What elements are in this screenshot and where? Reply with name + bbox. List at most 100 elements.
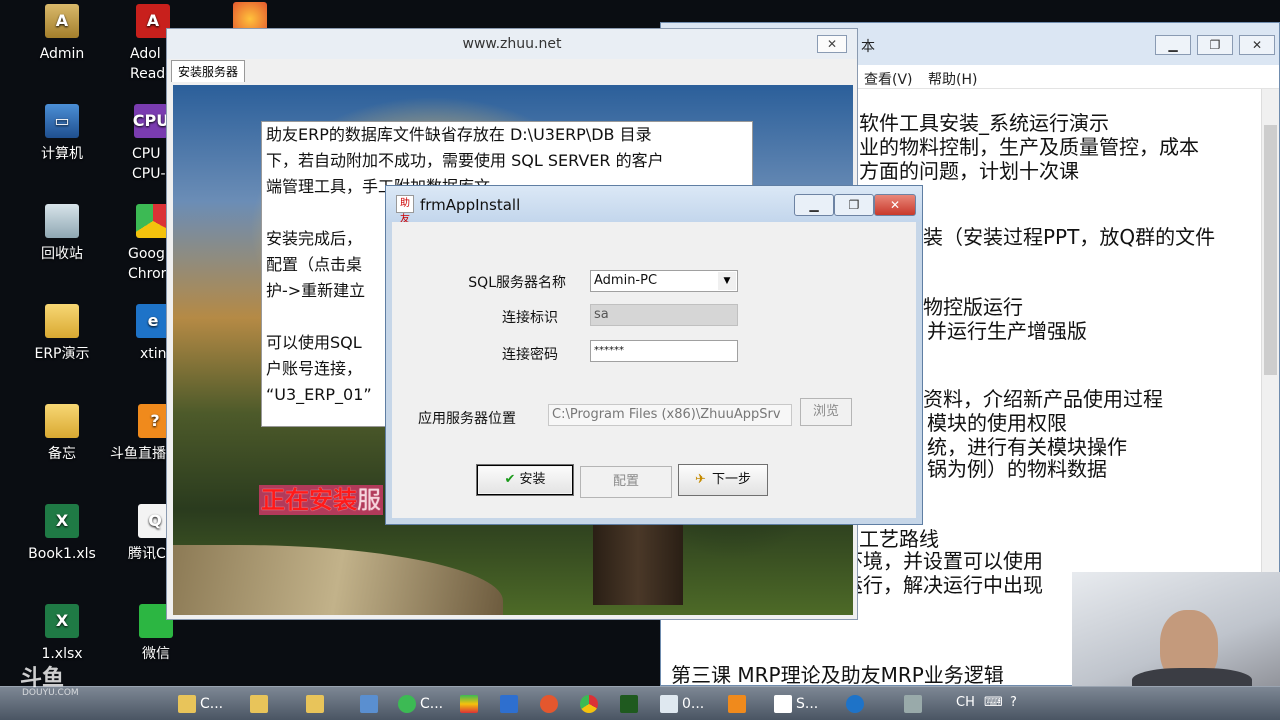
user-folder-icon: A [45,4,79,38]
taskbar-item-ie[interactable] [846,691,868,717]
taskbar-item-firefox[interactable] [540,691,562,717]
tab-install-server[interactable]: 安装服务器 [171,60,246,82]
notepad-line: 锅为例）的物料数据 [927,457,1107,481]
desktop-icon-label: 微信 [142,646,170,662]
douyu-watermark-sub: DOUYU.COM [22,688,79,698]
sql-server-label: SQL服务器名称 [468,275,566,291]
taskbar-item-shield[interactable] [460,691,482,717]
desktop-icon-label: 斗鱼直播 [110,446,166,462]
next-button-label: 下一步 [711,472,751,487]
dialog-client-area: SQL服务器名称 Admin-PC ▼ 连接标识 sa 连接密码 ****** … [394,222,916,518]
installer-title: www.zhuu.net [462,36,562,52]
taskbar-item-label: C... [420,696,444,712]
desktop-icon-erp-demo[interactable]: ERP演示 [22,304,102,364]
install-progress-text: 正在安装服 [259,485,383,515]
conn-password-label: 连接密码 [502,347,558,363]
installer-titlebar[interactable]: www.zhuu.net ✕ [167,29,857,59]
notepad-line: 统，进行有关模块操作 [927,435,1127,459]
taskbar-item-chrome[interactable] [580,691,602,717]
mail-icon [500,695,518,713]
minimize-button[interactable]: ▁ [1155,35,1191,55]
progress-label-tail: 服 [357,486,381,514]
notepad-line: 并运行生产增强版 [927,319,1087,343]
maximize-button[interactable]: ❐ [834,194,874,216]
network-icon [360,695,378,713]
browse-button[interactable]: 浏览 [800,398,852,426]
desktop-icon-douyu[interactable]: ? 斗鱼直播 [106,404,174,464]
app-server-label: 应用服务器位置 [418,411,516,427]
taskbar-item-app[interactable]: C... [398,691,443,717]
taskbar-item-label: S... [796,696,819,712]
desktop-icon-book1[interactable]: X Book1.xls [22,504,102,564]
taskbar-item-network[interactable] [360,691,382,717]
taskbar-item-tool[interactable] [904,691,926,717]
notepad-line: 装（安装过程PPT，放Q群的文件 [923,225,1216,249]
taskbar-item-notepad[interactable]: 0... [660,691,704,717]
close-button[interactable]: ✕ [874,194,916,216]
taskbar-item-dreamweaver[interactable] [620,691,642,717]
next-button[interactable]: ✈ 下一步 [678,464,768,496]
desktop-icon-adobe-reader[interactable]: A Adol Reade [114,4,174,84]
help-icon[interactable]: ? [1010,695,1017,710]
folder-icon [178,695,196,713]
chrome-icon [136,204,170,238]
desktop-icon-label: Book1.xls [28,546,96,562]
dialog-titlebar[interactable]: 助友 frmAppInstall ▁ ❐ ✕ [386,186,922,225]
installer-icon [774,695,792,713]
taskbar-item-folder[interactable] [306,691,328,717]
ie-icon [846,695,864,713]
configure-button[interactable]: 配置 [580,466,672,498]
ie-icon: e [136,304,170,338]
cpu-z-icon: CPU [133,104,169,138]
language-indicator[interactable]: CH [956,695,975,710]
excel-icon: X [45,604,79,638]
chrome-icon [580,695,598,713]
taskbar-item-installer[interactable]: S... [774,691,818,717]
notepad-line: 资料，介绍新产品使用过程 [923,387,1163,411]
conn-id-label: 连接标识 [502,310,558,326]
app-server-path-field[interactable]: C:\Program Files (x86)\ZhuuAppSrv [548,404,792,426]
minimize-button[interactable]: ▁ [794,194,834,216]
desktop-icon-label: Admin [39,46,85,62]
progress-label: 正在安装 [261,486,357,514]
app-icon [398,695,416,713]
menu-help[interactable]: 帮助(H) [928,69,977,89]
computer-icon: ▭ [45,104,79,138]
maximize-button[interactable]: ❐ [1197,35,1233,55]
installer-close-button[interactable]: ✕ [817,35,847,53]
firefox-icon [540,695,558,713]
taskbar-item-explorer[interactable]: C... [178,691,223,717]
shield-icon [460,695,478,713]
folder-icon [250,695,268,713]
taskbar-item-mail[interactable] [500,691,522,717]
app-icon: 助友 [396,195,414,225]
desktop-icon-memo[interactable]: 备忘 [22,404,102,464]
desktop-icon-label: ERP演示 [34,346,90,362]
conn-password-field[interactable]: ****** [590,340,738,362]
scrollbar-thumb[interactable] [1264,125,1277,375]
tool-icon [904,695,922,713]
desktop-icon-recycle-bin[interactable]: 回收站 [22,204,102,264]
notepad-line: 物控版运行 [923,295,1023,319]
menu-view[interactable]: 查看(V) [864,69,913,89]
notepad-icon [660,695,678,713]
sql-server-value: Admin-PC [594,273,658,288]
desktop-icon-xlsx[interactable]: X 1.xlsx [22,604,102,664]
chevron-down-icon[interactable]: ▼ [718,272,736,290]
sql-server-select[interactable]: Admin-PC ▼ [590,270,738,292]
app-install-dialog[interactable]: 助友 frmAppInstall ▁ ❐ ✕ SQL服务器名称 Admin-PC… [385,185,923,525]
close-button[interactable]: ✕ [1239,35,1275,55]
recycle-bin-icon [45,204,79,238]
dreamweaver-icon [620,695,638,713]
desktop-icon-label: Adol Reade [130,46,174,82]
taskbar-item-folder[interactable] [250,691,272,717]
folder-icon [45,304,79,338]
keyboard-icon[interactable]: ⌨ [984,695,1003,710]
install-button[interactable]: ✔ 安装 [476,464,574,496]
conn-id-field[interactable]: sa [590,304,738,326]
taskbar-item-douyu[interactable] [728,691,750,717]
desktop-icon-admin[interactable]: A Admin [22,4,102,64]
info-line: 下，若自动附加不成功，需要使用 SQL SERVER 的客户 [266,151,664,170]
desktop-icon-computer[interactable]: ▭ 计算机 [22,104,102,164]
notepad-line: 环境，并设置可以使用 [843,549,1043,573]
